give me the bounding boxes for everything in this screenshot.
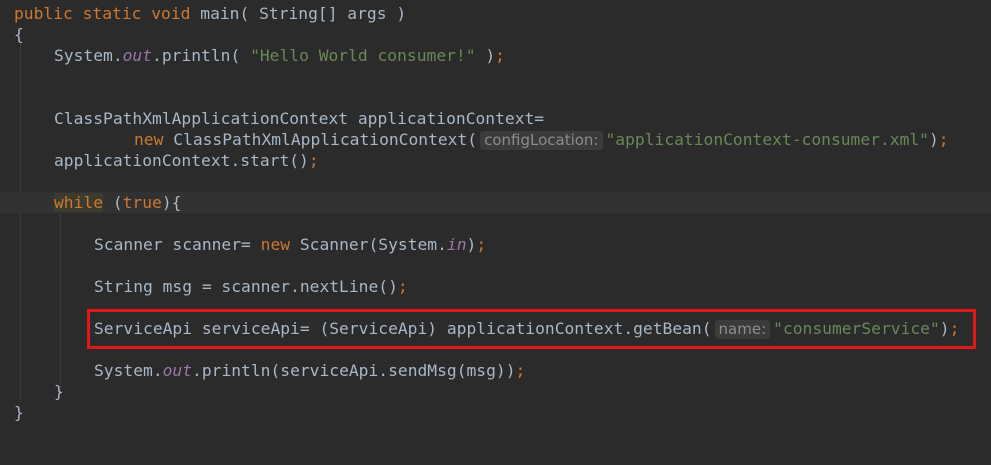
code-line[interactable]: new ClassPathXmlApplicationContext(confi…: [0, 129, 991, 150]
code-line[interactable]: System.out.println(serviceApi.sendMsg(ms…: [0, 360, 991, 381]
semicolon: ;: [938, 130, 949, 149]
code-line[interactable]: System.out.println( "Hello World consume…: [0, 45, 991, 66]
code-line[interactable]: }: [0, 402, 991, 423]
keyword: new: [134, 130, 164, 149]
code-text: ): [475, 46, 496, 65]
code-line-current[interactable]: while (true){: [0, 192, 991, 213]
keyword: new: [260, 235, 291, 254]
semicolon: ;: [308, 151, 319, 170]
code-text: ): [466, 235, 477, 254]
semicolon: ;: [397, 277, 408, 296]
code-text: ( String[] args ): [239, 4, 407, 23]
code-text: ){: [161, 193, 182, 212]
code-text: Scanner(System.: [290, 235, 447, 254]
field: out: [162, 361, 193, 380]
code-text: Scanner scanner=: [94, 235, 261, 254]
code-text: System.: [54, 46, 123, 65]
brace: {: [14, 25, 24, 44]
code-line[interactable]: ClassPathXmlApplicationContext applicati…: [0, 108, 991, 129]
parameter-hint: configLocation:: [480, 131, 603, 150]
code-text: .println(serviceApi.sendMsg(msg)): [192, 361, 516, 380]
semicolon: ;: [515, 361, 526, 380]
brace: }: [54, 382, 64, 401]
code-text: ClassPathXmlApplicationContext(: [163, 130, 478, 149]
field: out: [122, 46, 153, 65]
code-text: applicationContext.start(): [54, 151, 309, 170]
code-line[interactable]: Scanner scanner= new Scanner(System.in);: [0, 234, 991, 255]
field: in: [446, 235, 467, 254]
code-text: ClassPathXmlApplicationContext applicati…: [54, 109, 545, 128]
semicolon: ;: [476, 235, 487, 254]
highlight-box: [87, 309, 976, 349]
brace: }: [14, 403, 24, 422]
string-literal: "Hello World consumer!": [250, 46, 476, 65]
code-line[interactable]: }: [0, 381, 991, 402]
keyword: true: [122, 193, 162, 212]
method-name: main: [200, 4, 240, 23]
code-text: ): [928, 130, 939, 149]
code-line[interactable]: applicationContext.start();: [0, 150, 991, 171]
semicolon: ;: [495, 46, 505, 65]
string-literal: "applicationContext-consumer.xml": [605, 130, 929, 149]
code-text: (: [103, 193, 123, 212]
code-text: System.: [94, 361, 163, 380]
code-text: String msg = scanner.nextLine(): [94, 277, 398, 296]
keyword: public static void: [14, 4, 191, 23]
code-line[interactable]: {: [0, 24, 991, 45]
code-editor[interactable]: public static void main( String[] args )…: [0, 0, 991, 429]
code-line[interactable]: public static void main( String[] args ): [0, 3, 991, 24]
code-text: .println(: [152, 46, 251, 65]
keyword: while: [54, 193, 104, 212]
code-line[interactable]: String msg = scanner.nextLine();: [0, 276, 991, 297]
